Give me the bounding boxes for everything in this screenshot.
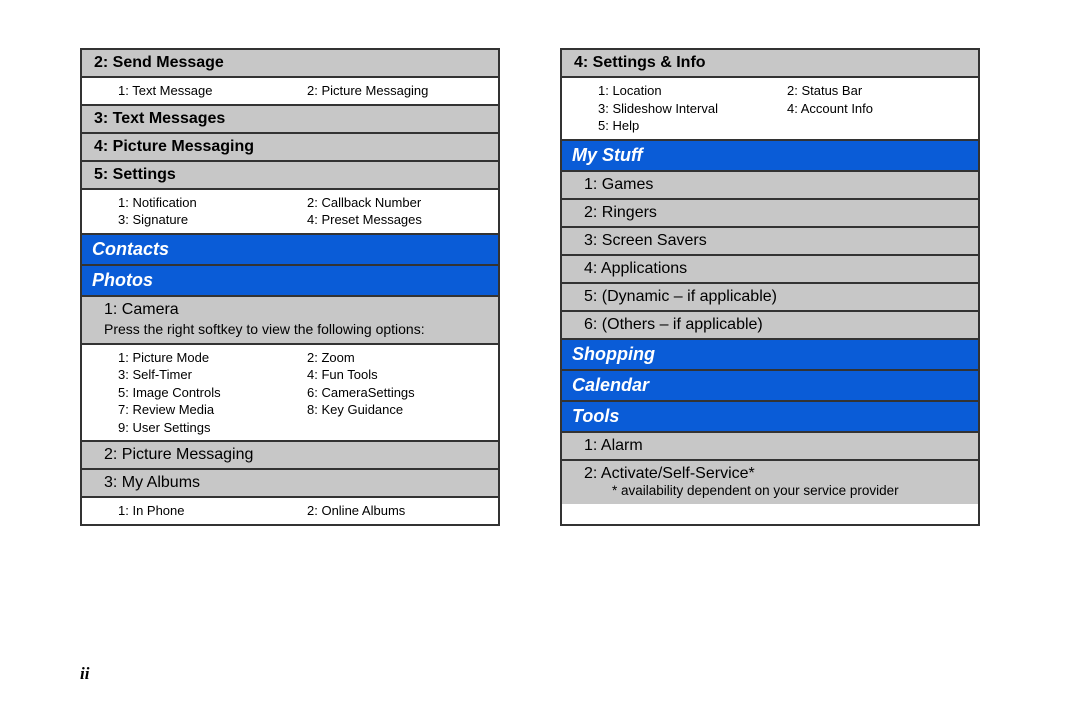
item-screen-savers: 3: Screen Savers [562, 228, 978, 256]
item-ringers: 2: Ringers [562, 200, 978, 228]
sub-preset-messages: 4: Preset Messages [307, 211, 488, 229]
footnote-activate: * availability dependent on your service… [562, 483, 978, 504]
sub-settings-info: 1: Location 2: Status Bar 3: Slideshow I… [562, 78, 978, 141]
sub-camera: 1: Picture Mode 2: Zoom 3: Self-Timer 4:… [82, 345, 498, 443]
sub-callback-number: 2: Callback Number [307, 194, 488, 212]
item-camera: 1: Camera [82, 297, 498, 319]
item-games: 1: Games [562, 172, 978, 200]
sub-picture-messaging: 2: Picture Messaging [307, 82, 488, 100]
right-column: 4: Settings & Info 1: Location 2: Status… [560, 48, 980, 526]
sub-user-settings: 9: User Settings [118, 419, 299, 437]
item-picture-messaging-2: 2: Picture Messaging [82, 442, 498, 470]
sub-help: 5: Help [598, 117, 779, 135]
sub-online-albums: 2: Online Albums [307, 502, 488, 520]
sub-account-info: 4: Account Info [787, 100, 968, 118]
sub-location: 1: Location [598, 82, 779, 100]
header-tools: Tools [562, 402, 978, 433]
sub-fun-tools: 4: Fun Tools [307, 366, 488, 384]
sub-notification: 1: Notification [118, 194, 299, 212]
sub-status-bar: 2: Status Bar [787, 82, 968, 100]
item-dynamic: 5: (Dynamic – if applicable) [562, 284, 978, 312]
item-picture-messaging: 4: Picture Messaging [82, 134, 498, 162]
item-activate: 2: Activate/Self-Service* [562, 461, 978, 483]
sub-slideshow-interval: 3: Slideshow Interval [598, 100, 779, 118]
sub-image-controls: 5: Image Controls [118, 384, 299, 402]
sub-review-media: 7: Review Media [118, 401, 299, 419]
sub-zoom: 2: Zoom [307, 349, 488, 367]
item-text-messages: 3: Text Messages [82, 106, 498, 134]
sub-text-message: 1: Text Message [118, 82, 299, 100]
header-contacts: Contacts [82, 235, 498, 266]
sub-picture-mode: 1: Picture Mode [118, 349, 299, 367]
header-photos: Photos [82, 266, 498, 297]
sub-camera-settings: 6: CameraSettings [307, 384, 488, 402]
sub-in-phone: 1: In Phone [118, 502, 299, 520]
item-others: 6: (Others – if applicable) [562, 312, 978, 340]
item-applications: 4: Applications [562, 256, 978, 284]
sub-settings: 1: Notification 2: Callback Number 3: Si… [82, 190, 498, 235]
sub-send-message: 1: Text Message 2: Picture Messaging [82, 78, 498, 106]
header-my-stuff: My Stuff [562, 141, 978, 172]
left-column: 2: Send Message 1: Text Message 2: Pictu… [80, 48, 500, 526]
header-shopping: Shopping [562, 340, 978, 371]
sub-my-albums: 1: In Phone 2: Online Albums [82, 498, 498, 524]
item-send-message: 2: Send Message [82, 50, 498, 78]
page-number: ii [80, 664, 89, 684]
item-my-albums: 3: My Albums [82, 470, 498, 498]
sub-signature: 3: Signature [118, 211, 299, 229]
sub-key-guidance: 8: Key Guidance [307, 401, 488, 419]
sub-self-timer: 3: Self-Timer [118, 366, 299, 384]
item-alarm: 1: Alarm [562, 433, 978, 461]
note-camera: Press the right softkey to view the foll… [82, 319, 498, 345]
item-settings-info: 4: Settings & Info [562, 50, 978, 78]
header-calendar: Calendar [562, 371, 978, 402]
item-settings: 5: Settings [82, 162, 498, 190]
